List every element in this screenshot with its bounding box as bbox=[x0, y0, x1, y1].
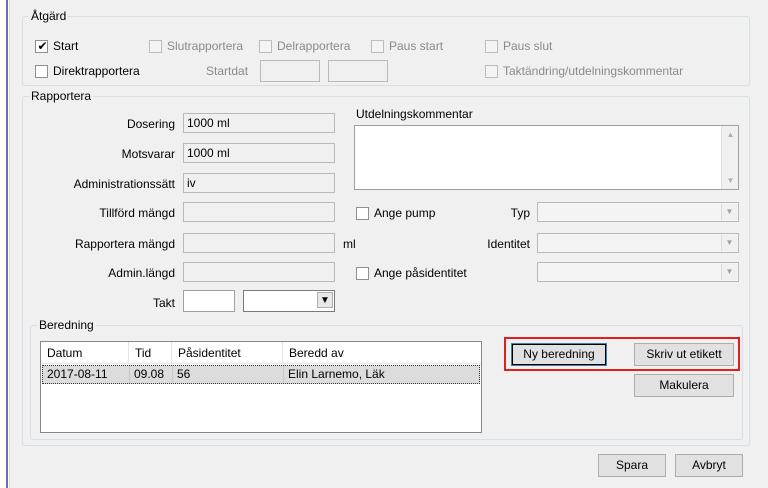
startdat-date-field[interactable] bbox=[260, 60, 320, 82]
utdelningskommentar-textarea[interactable]: ▲ ▼ bbox=[354, 125, 739, 190]
column-header-tid[interactable]: Tid bbox=[129, 342, 172, 364]
rapportera-group-label: Rapportera bbox=[29, 89, 94, 103]
startdat-label: Startdat bbox=[206, 64, 249, 78]
paus-start-label: Paus start bbox=[389, 39, 444, 53]
ange-pump-checkbox-box[interactable] bbox=[356, 206, 369, 220]
ange-pasidentitet-label: Ange påsidentitet bbox=[374, 266, 467, 280]
column-header-pasidentitet[interactable]: Påsidentitet bbox=[172, 342, 283, 364]
taktandring-checkbox[interactable]: Taktändring/utdelningskommentar bbox=[485, 64, 683, 78]
tillford-mangd-label: Tillförd mängd bbox=[99, 206, 175, 220]
takt-unit-select[interactable]: ▼ bbox=[243, 290, 335, 312]
slutrapportera-checkbox[interactable]: Slutrapportera bbox=[149, 39, 243, 53]
takt-label: Takt bbox=[152, 296, 175, 310]
table-row[interactable]: 2017-08-11 09.08 56 Elin Larnemo, Läk bbox=[42, 365, 480, 384]
startdat-time-field[interactable] bbox=[328, 60, 388, 82]
start-checkbox-box[interactable]: ✔ bbox=[35, 38, 48, 53]
tillford-mangd-field[interactable] bbox=[183, 202, 335, 222]
slutrapportera-label: Slutrapportera bbox=[167, 39, 244, 53]
rapportera-mangd-label: Rapportera mängd bbox=[74, 237, 175, 251]
cell-datum: 2017-08-11 bbox=[43, 366, 130, 383]
administrationssatt-field[interactable]: iv bbox=[183, 173, 335, 193]
skriv-ut-etikett-button[interactable]: Skriv ut etikett bbox=[634, 343, 734, 366]
dosering-field[interactable]: 1000 ml bbox=[183, 113, 335, 133]
ange-pasidentitet-checkbox[interactable]: Ange påsidentitet bbox=[356, 266, 467, 280]
textarea-scrollbar[interactable]: ▲ ▼ bbox=[721, 126, 738, 189]
makulera-button[interactable]: Makulera bbox=[634, 374, 734, 397]
paus-slut-checkbox-box[interactable] bbox=[485, 39, 498, 53]
dosering-label: Dosering bbox=[126, 117, 175, 131]
ange-pasidentitet-checkbox-box[interactable] bbox=[356, 266, 369, 280]
rapportera-mangd-field[interactable] bbox=[183, 233, 335, 253]
direktrapportera-label: Direktrapportera bbox=[53, 64, 140, 78]
scroll-down-icon[interactable]: ▼ bbox=[722, 176, 739, 185]
rapportera-mangd-unit: ml bbox=[343, 237, 356, 251]
spara-button[interactable]: Spara bbox=[598, 454, 666, 477]
chevron-down-icon[interactable]: ▼ bbox=[721, 204, 737, 220]
delrapportera-checkbox-box[interactable] bbox=[259, 39, 272, 53]
administrationssatt-label: Administrationssätt bbox=[73, 177, 175, 191]
paus-start-checkbox[interactable]: Paus start bbox=[371, 39, 443, 53]
typ-select[interactable]: ▼ bbox=[537, 202, 739, 222]
motsvarar-label: Motsvarar bbox=[121, 147, 175, 161]
beredning-group-label: Beredning bbox=[37, 318, 96, 332]
cell-beredd-av: Elin Larnemo, Läk bbox=[288, 367, 385, 381]
cell-pasidentitet: 56 bbox=[173, 366, 284, 383]
atgard-group-label: Åtgärd bbox=[29, 9, 69, 23]
direktrapportera-checkbox-box[interactable] bbox=[35, 64, 48, 78]
cell-tid: 09.08 bbox=[130, 366, 173, 383]
utdelningskommentar-label: Utdelningskommentar bbox=[356, 107, 473, 121]
identitet-select[interactable]: ▼ bbox=[537, 233, 739, 253]
admin-langd-label: Admin.längd bbox=[108, 266, 175, 280]
takt-field[interactable] bbox=[183, 290, 235, 312]
delrapportera-label: Delrapportera bbox=[277, 39, 351, 53]
table-header: Datum Tid Påsidentitet Beredd av bbox=[41, 342, 481, 364]
paus-slut-label: Paus slut bbox=[503, 39, 553, 53]
slutrapportera-checkbox-box[interactable] bbox=[149, 39, 162, 53]
column-header-datum[interactable]: Datum bbox=[41, 342, 129, 364]
window-left-edge bbox=[0, 0, 10, 488]
beredning-table[interactable]: Datum Tid Påsidentitet Beredd av 2017-08… bbox=[40, 341, 482, 433]
chevron-down-icon[interactable]: ▼ bbox=[721, 235, 737, 251]
chevron-down-icon[interactable]: ▼ bbox=[317, 292, 333, 308]
scroll-up-icon[interactable]: ▲ bbox=[722, 130, 739, 139]
identitet-label: Identitet bbox=[487, 237, 530, 251]
chevron-down-icon[interactable]: ▼ bbox=[721, 264, 737, 280]
direktrapportera-checkbox[interactable]: Direktrapportera bbox=[35, 64, 140, 78]
ange-pump-checkbox[interactable]: Ange pump bbox=[356, 206, 435, 220]
admin-langd-field[interactable] bbox=[183, 262, 335, 282]
typ-label: Typ bbox=[510, 206, 530, 220]
paus-slut-checkbox[interactable]: Paus slut bbox=[485, 39, 552, 53]
column-header-beredd-av[interactable]: Beredd av bbox=[283, 342, 482, 364]
motsvarar-field[interactable]: 1000 ml bbox=[183, 143, 335, 163]
pasidentitet-select[interactable]: ▼ bbox=[537, 262, 739, 282]
checkmark-icon: ✔ bbox=[37, 38, 48, 53]
ny-beredning-button[interactable]: Ny beredning bbox=[511, 343, 607, 366]
avbryt-button[interactable]: Avbryt bbox=[675, 454, 743, 477]
taktandring-label: Taktändring/utdelningskommentar bbox=[503, 64, 684, 78]
taktandring-checkbox-box[interactable] bbox=[485, 64, 498, 78]
ange-pump-label: Ange pump bbox=[374, 206, 436, 220]
delrapportera-checkbox[interactable]: Delrapportera bbox=[259, 39, 350, 53]
start-label: Start bbox=[53, 39, 79, 53]
paus-start-checkbox-box[interactable] bbox=[371, 39, 384, 53]
start-checkbox[interactable]: ✔ Start bbox=[35, 39, 78, 53]
